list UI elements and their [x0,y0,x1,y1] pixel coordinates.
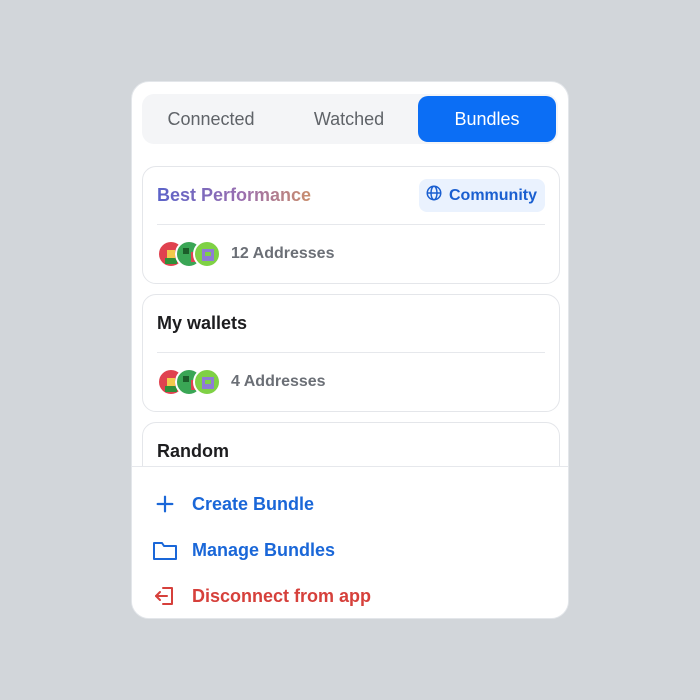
globe-icon [425,184,443,207]
bundle-title: Random [157,441,229,461]
bundle-card-footer: 4 Addresses [157,353,545,411]
community-badge: Community [419,179,545,212]
bundle-card-header: Random [157,423,545,466]
tab-watched[interactable]: Watched [280,94,418,144]
create-bundle-label: Create Bundle [192,493,315,514]
avatar [193,368,221,396]
address-count: 12 Addresses [231,245,335,262]
bundle-card-my-wallets[interactable]: My wallets 4 Addresses [142,294,560,412]
bundle-list[interactable]: Best Performance Community 12 Addresses … [142,166,560,466]
address-count: 4 Addresses [231,373,326,390]
folder-icon [152,537,178,563]
bundle-card-header: Best Performance Community [157,167,545,225]
bundle-title: My wallets [157,313,248,333]
bundles-panel: Connected Watched Bundles Best Performan… [131,81,569,619]
manage-bundles-label: Manage Bundles [192,539,336,560]
bundle-card-footer: 12 Addresses [157,225,545,283]
manage-bundles-button[interactable]: Manage Bundles [132,527,568,573]
avatar-stack [157,368,221,396]
disconnect-button[interactable]: Disconnect from app [132,573,568,618]
avatar [193,240,221,268]
bundle-actions: Create Bundle Manage Bundles Disconnect … [132,466,568,618]
bundle-card-random[interactable]: Random [142,422,560,466]
bundle-title: Best Performance [157,185,312,205]
logout-icon [152,583,178,609]
plus-icon [152,491,178,517]
badge-label: Community [449,186,537,204]
avatar-stack [157,240,221,268]
bundle-card-header: My wallets [157,295,545,353]
tab-bundles[interactable]: Bundles [418,96,556,142]
tab-bar: Connected Watched Bundles [142,94,558,144]
bundle-card-best-performance[interactable]: Best Performance Community 12 Addresses [142,166,560,284]
create-bundle-button[interactable]: Create Bundle [132,481,568,527]
disconnect-label: Disconnect from app [192,585,372,606]
tab-connected[interactable]: Connected [142,94,280,144]
